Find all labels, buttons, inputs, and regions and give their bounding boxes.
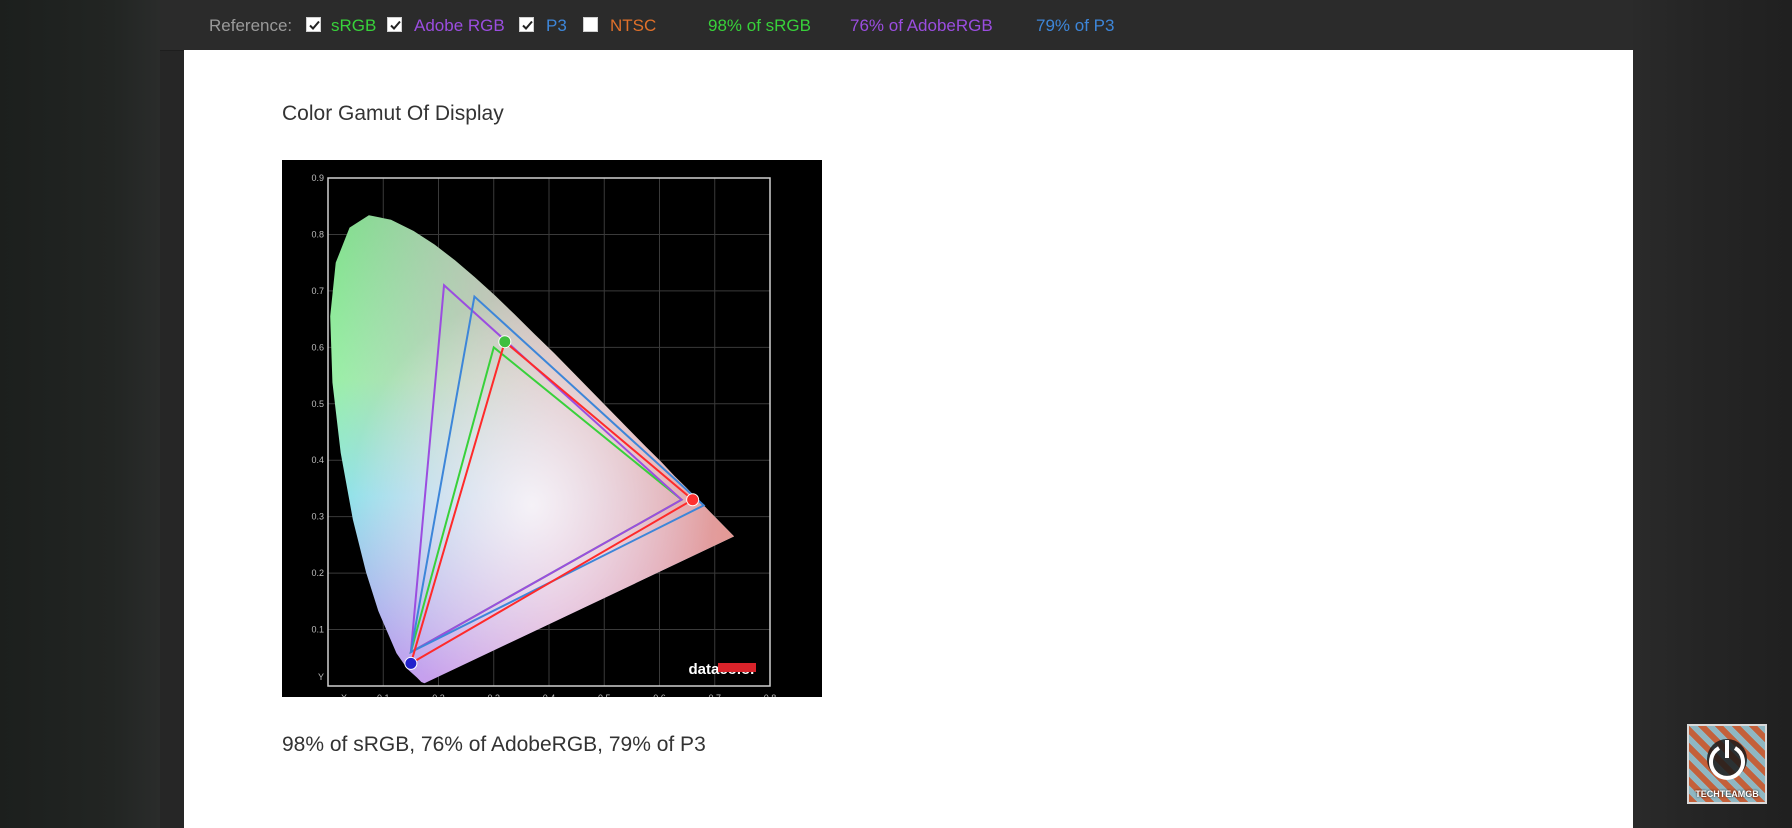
y-tick-label: 0.3 xyxy=(311,512,324,522)
x-tick-label: 0.1 xyxy=(377,693,390,697)
srgb-label[interactable]: sRGB xyxy=(331,15,376,37)
page-title: Color Gamut Of Display xyxy=(282,102,504,125)
y-tick-label: 0.6 xyxy=(311,342,324,352)
adobe-rgb-checkbox[interactable] xyxy=(387,17,402,32)
coverage-caption: 98% of sRGB, 76% of AdobeRGB, 79% of P3 xyxy=(282,733,706,756)
x-tick-label: 0.4 xyxy=(543,693,556,697)
y-tick-label: 0.4 xyxy=(311,455,324,465)
checkmark-icon xyxy=(309,20,320,30)
adobergb-coverage-stat: 76% of AdobeRGB xyxy=(850,16,993,35)
srgb-coverage-stat: 98% of sRGB xyxy=(708,16,811,35)
ntsc-checkbox[interactable] xyxy=(583,17,598,32)
x-tick-label: 0.2 xyxy=(432,693,445,697)
cie-chromaticity-chart: 0.1 0.2 0.3 0.4 0.5 0.6 0.7 0.8 0.1 0.2 0.3 0.4 0.5 0… xyxy=(282,160,822,697)
p3-coverage-stat: 79% of P3 xyxy=(1036,16,1115,35)
srgb-checkbox[interactable] xyxy=(306,17,321,32)
reference-toolbar: Reference: sRGB Adobe RGB P3 NTSC 98% of… xyxy=(160,0,1633,51)
x-tick-label: 0.6 xyxy=(653,693,666,697)
app-window: Reference: sRGB Adobe RGB P3 NTSC 98% of… xyxy=(160,0,1633,828)
y-tick-label: 0.9 xyxy=(311,173,324,183)
x-tick-label: 0.5 xyxy=(598,693,611,697)
y-tick-label: 0.1 xyxy=(311,625,324,635)
datacolor-logo-bar xyxy=(718,663,756,672)
y-tick-label: 0.7 xyxy=(311,286,324,296)
report-content: Color Gamut Of Display 0.1 0.2 0.3 0.4 0.5 0.… xyxy=(184,50,1633,828)
primary-marker xyxy=(498,335,512,349)
y-tick-label: 0.5 xyxy=(311,399,324,409)
channel-logo: TECHTEAMGB xyxy=(1687,724,1767,804)
right-background xyxy=(1633,0,1792,828)
primary-marker xyxy=(686,493,700,507)
p3-checkbox[interactable] xyxy=(519,17,534,32)
x-tick-label: 0.8 xyxy=(764,693,777,697)
y-tick-label: 0.2 xyxy=(311,568,324,578)
primary-marker xyxy=(404,656,418,670)
y-tick-label: 0.8 xyxy=(311,229,324,239)
ntsc-label[interactable]: NTSC xyxy=(610,15,656,37)
x-axis-label: X xyxy=(341,693,347,697)
spectral-locus-whitepoint xyxy=(330,215,735,684)
checkmark-icon xyxy=(522,20,533,30)
reference-label: Reference: xyxy=(209,16,293,35)
x-tick-label: 0.3 xyxy=(487,693,500,697)
left-background xyxy=(0,0,160,828)
chart-svg: 0.1 0.2 0.3 0.4 0.5 0.6 0.7 0.8 0.1 0.2 0.3 0.4 0.5 0… xyxy=(311,173,777,697)
x-tick-label: 0.7 xyxy=(708,693,721,697)
checkmark-icon xyxy=(390,20,401,30)
p3-label[interactable]: P3 xyxy=(546,15,567,37)
y-axis-label: Y xyxy=(318,672,324,682)
adobe-rgb-label[interactable]: Adobe RGB xyxy=(414,15,505,37)
logo-text: TECHTEAMGB xyxy=(1695,789,1759,799)
